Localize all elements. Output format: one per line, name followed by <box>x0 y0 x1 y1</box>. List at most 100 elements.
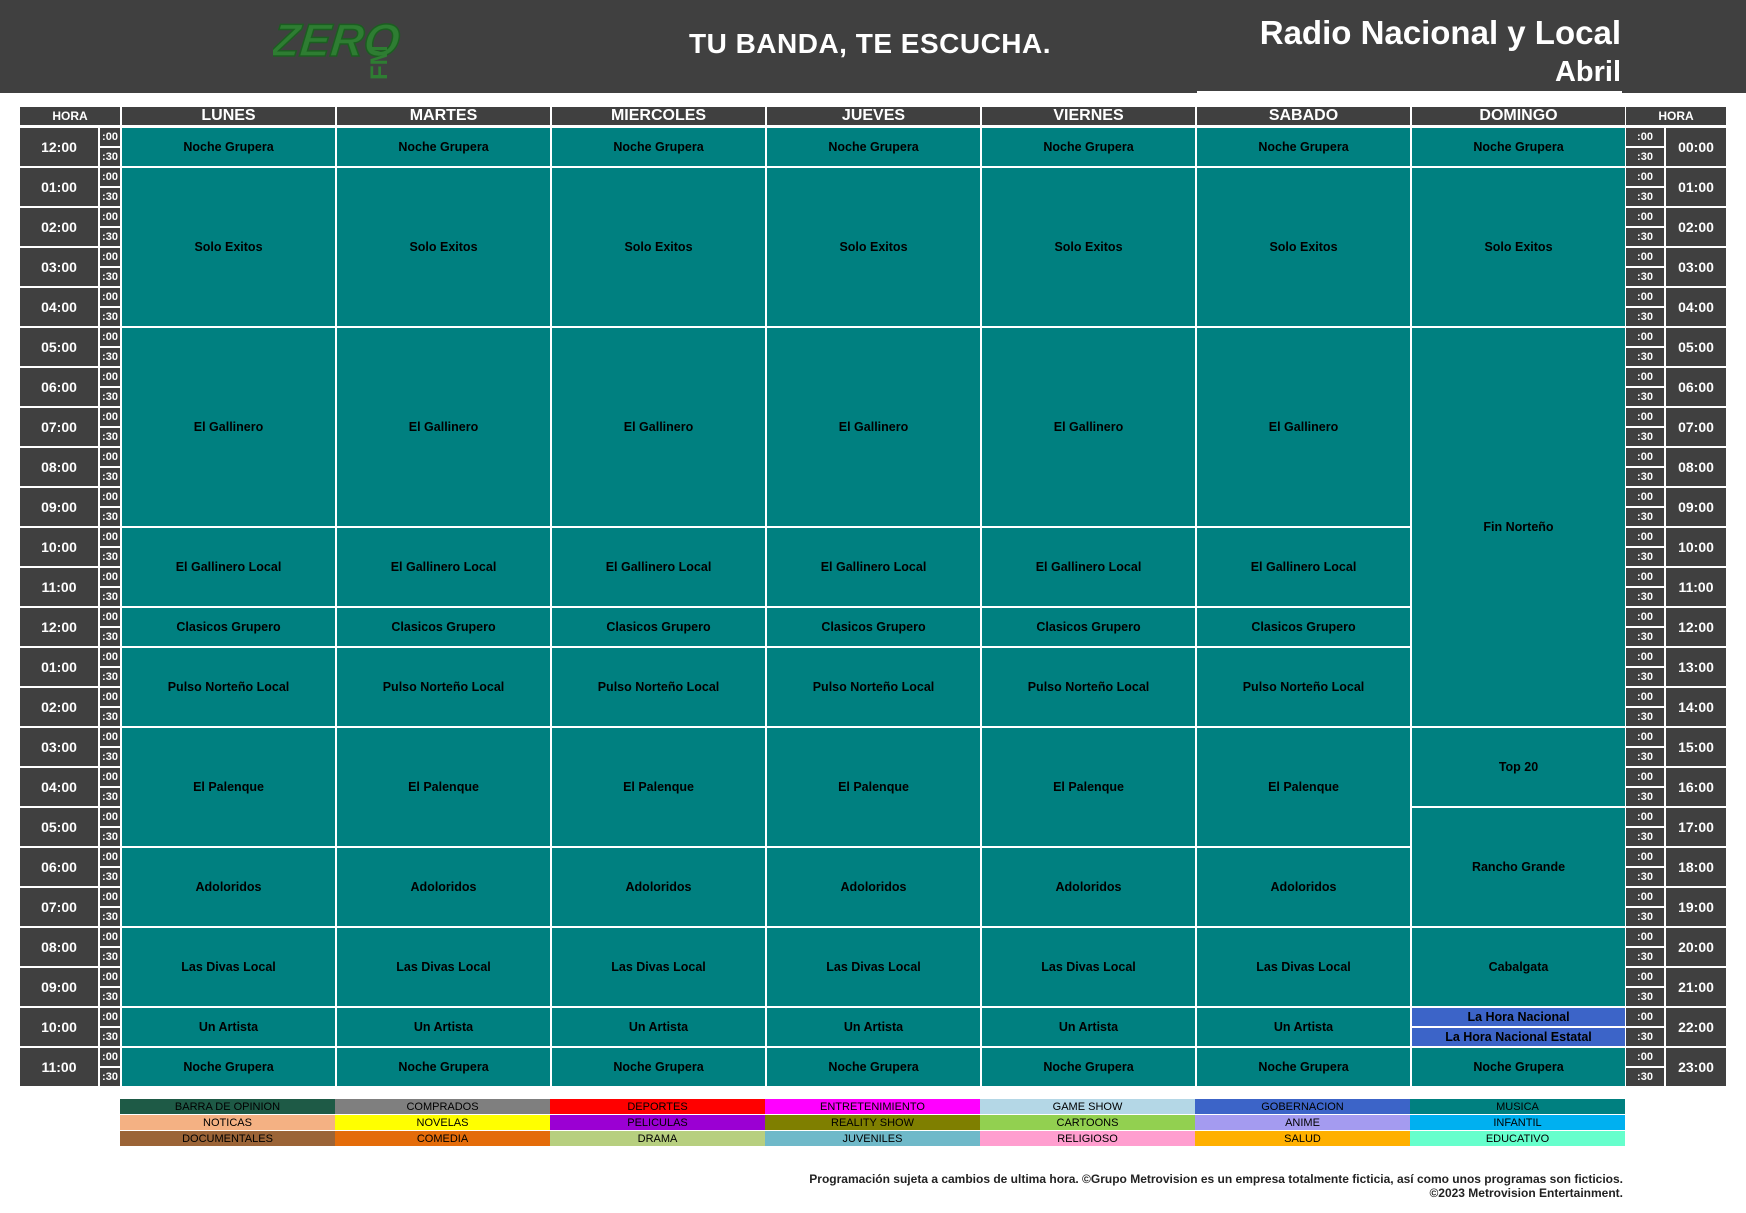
right-hour-label: 15:00 <box>1666 728 1726 766</box>
day-header-sabado: SABADO <box>1197 107 1410 125</box>
legend-item: NOVELAS <box>335 1115 550 1130</box>
left-minute-label: :00 <box>100 1008 120 1026</box>
program-cell: Noche Grupera <box>551 1047 766 1087</box>
legend-item: SALUD <box>1195 1131 1410 1146</box>
left-minute-label: :30 <box>100 948 120 966</box>
program-cell: La Hora Nacional <box>1411 1007 1626 1027</box>
left-minute-label: :00 <box>100 1048 120 1066</box>
left-minute-label: :30 <box>100 748 120 766</box>
right-minute-label: :30 <box>1626 788 1664 806</box>
legend-item: EDUCATIVO <box>1410 1131 1625 1146</box>
program-cell: Cabalgata <box>1411 927 1626 1007</box>
left-hour-label: 02:00 <box>20 208 98 246</box>
right-minute-label: :00 <box>1626 768 1664 786</box>
left-minute-label: :00 <box>100 568 120 586</box>
left-hour-label: 05:00 <box>20 328 98 366</box>
program-cell: Solo Exitos <box>336 167 551 327</box>
right-hour-label: 10:00 <box>1666 528 1726 566</box>
left-minute-label: :00 <box>100 528 120 546</box>
right-minute-label: :30 <box>1626 868 1664 886</box>
right-minute-label: :00 <box>1626 648 1664 666</box>
right-hour-label: 01:00 <box>1666 168 1726 206</box>
program-cell: Top 20 <box>1411 727 1626 807</box>
right-minute-label: :30 <box>1626 468 1664 486</box>
right-minute-label: :30 <box>1626 428 1664 446</box>
left-minute-label: :30 <box>100 268 120 286</box>
program-cell: Noche Grupera <box>1411 127 1626 167</box>
left-minute-label: :30 <box>100 868 120 886</box>
left-hour-label: 03:00 <box>20 248 98 286</box>
left-hour-label: 04:00 <box>20 288 98 326</box>
right-minute-label: :30 <box>1626 708 1664 726</box>
left-minute-label: :00 <box>100 128 120 146</box>
legend-item: GOBERNACION <box>1195 1099 1410 1114</box>
legend-item: DRAMA <box>550 1131 765 1146</box>
right-minute-label: :30 <box>1626 748 1664 766</box>
right-minute-label: :00 <box>1626 408 1664 426</box>
program-cell: Pulso Norteño Local <box>121 647 336 727</box>
program-cell: El Palenque <box>336 727 551 847</box>
right-hour-label: 00:00 <box>1666 128 1726 166</box>
left-hour-label: 12:00 <box>20 608 98 646</box>
day-header-miercoles: MIERCOLES <box>552 107 765 125</box>
day-header-lunes: LUNES <box>122 107 335 125</box>
right-hour-label: 23:00 <box>1666 1048 1726 1086</box>
day-header-viernes: VIERNES <box>982 107 1195 125</box>
left-hour-label: 06:00 <box>20 848 98 886</box>
program-cell: Las Divas Local <box>1196 927 1411 1007</box>
program-cell: Fin Norteño <box>1411 327 1626 727</box>
left-hour-label: 10:00 <box>20 1008 98 1046</box>
left-minute-label: :00 <box>100 968 120 986</box>
right-hour-label: 07:00 <box>1666 408 1726 446</box>
legend-item: ENTRETENIMIENTO <box>765 1099 980 1114</box>
program-cell: El Gallinero Local <box>981 527 1196 607</box>
left-hour-label: 03:00 <box>20 728 98 766</box>
left-minute-label: :30 <box>100 228 120 246</box>
legend-item: RELIGIOSO <box>980 1131 1195 1146</box>
program-cell: Un Artista <box>551 1007 766 1047</box>
left-minute-label: :30 <box>100 828 120 846</box>
right-minute-label: :00 <box>1626 128 1664 146</box>
left-hour-label: 07:00 <box>20 408 98 446</box>
program-cell: Pulso Norteño Local <box>336 647 551 727</box>
program-cell: Clasicos Grupero <box>336 607 551 647</box>
program-cell: Noche Grupera <box>1196 127 1411 167</box>
program-cell: Pulso Norteño Local <box>981 647 1196 727</box>
left-minute-label: :00 <box>100 248 120 266</box>
disclaimer-text: Programación sujeta a cambios de ultima … <box>809 1172 1623 1186</box>
program-cell: Noche Grupera <box>551 127 766 167</box>
left-minute-label: :30 <box>100 348 120 366</box>
legend-item: PELICULAS <box>550 1115 765 1130</box>
program-cell: Solo Exitos <box>981 167 1196 327</box>
left-minute-label: :00 <box>100 328 120 346</box>
program-cell: La Hora Nacional Estatal <box>1411 1027 1626 1047</box>
left-minute-label: :30 <box>100 788 120 806</box>
program-cell: El Gallinero Local <box>121 527 336 607</box>
program-cell: El Gallinero <box>766 327 981 527</box>
right-minute-label: :30 <box>1626 548 1664 566</box>
right-minute-label: :00 <box>1626 288 1664 306</box>
legend-item: COMEDIA <box>335 1131 550 1146</box>
program-cell: Solo Exitos <box>121 167 336 327</box>
left-minute-label: :00 <box>100 488 120 506</box>
right-minute-label: :30 <box>1626 348 1664 366</box>
right-hour-label: 04:00 <box>1666 288 1726 326</box>
left-minute-label: :00 <box>100 808 120 826</box>
program-cell: Clasicos Grupero <box>766 607 981 647</box>
right-minute-label: :30 <box>1626 388 1664 406</box>
program-cell: Solo Exitos <box>1411 167 1626 327</box>
left-hour-label: 11:00 <box>20 568 98 606</box>
program-cell: Adoloridos <box>336 847 551 927</box>
right-hour-label: 08:00 <box>1666 448 1726 486</box>
right-minute-label: :00 <box>1626 888 1664 906</box>
right-minute-label: :00 <box>1626 168 1664 186</box>
right-minute-label: :30 <box>1626 588 1664 606</box>
program-cell: Noche Grupera <box>766 127 981 167</box>
program-cell: Solo Exitos <box>551 167 766 327</box>
right-minute-label: :30 <box>1626 828 1664 846</box>
program-cell: Noche Grupera <box>121 127 336 167</box>
right-minute-label: :30 <box>1626 268 1664 286</box>
left-hour-label: 10:00 <box>20 528 98 566</box>
legend-item: CARTOONS <box>980 1115 1195 1130</box>
right-minute-label: :00 <box>1626 328 1664 346</box>
